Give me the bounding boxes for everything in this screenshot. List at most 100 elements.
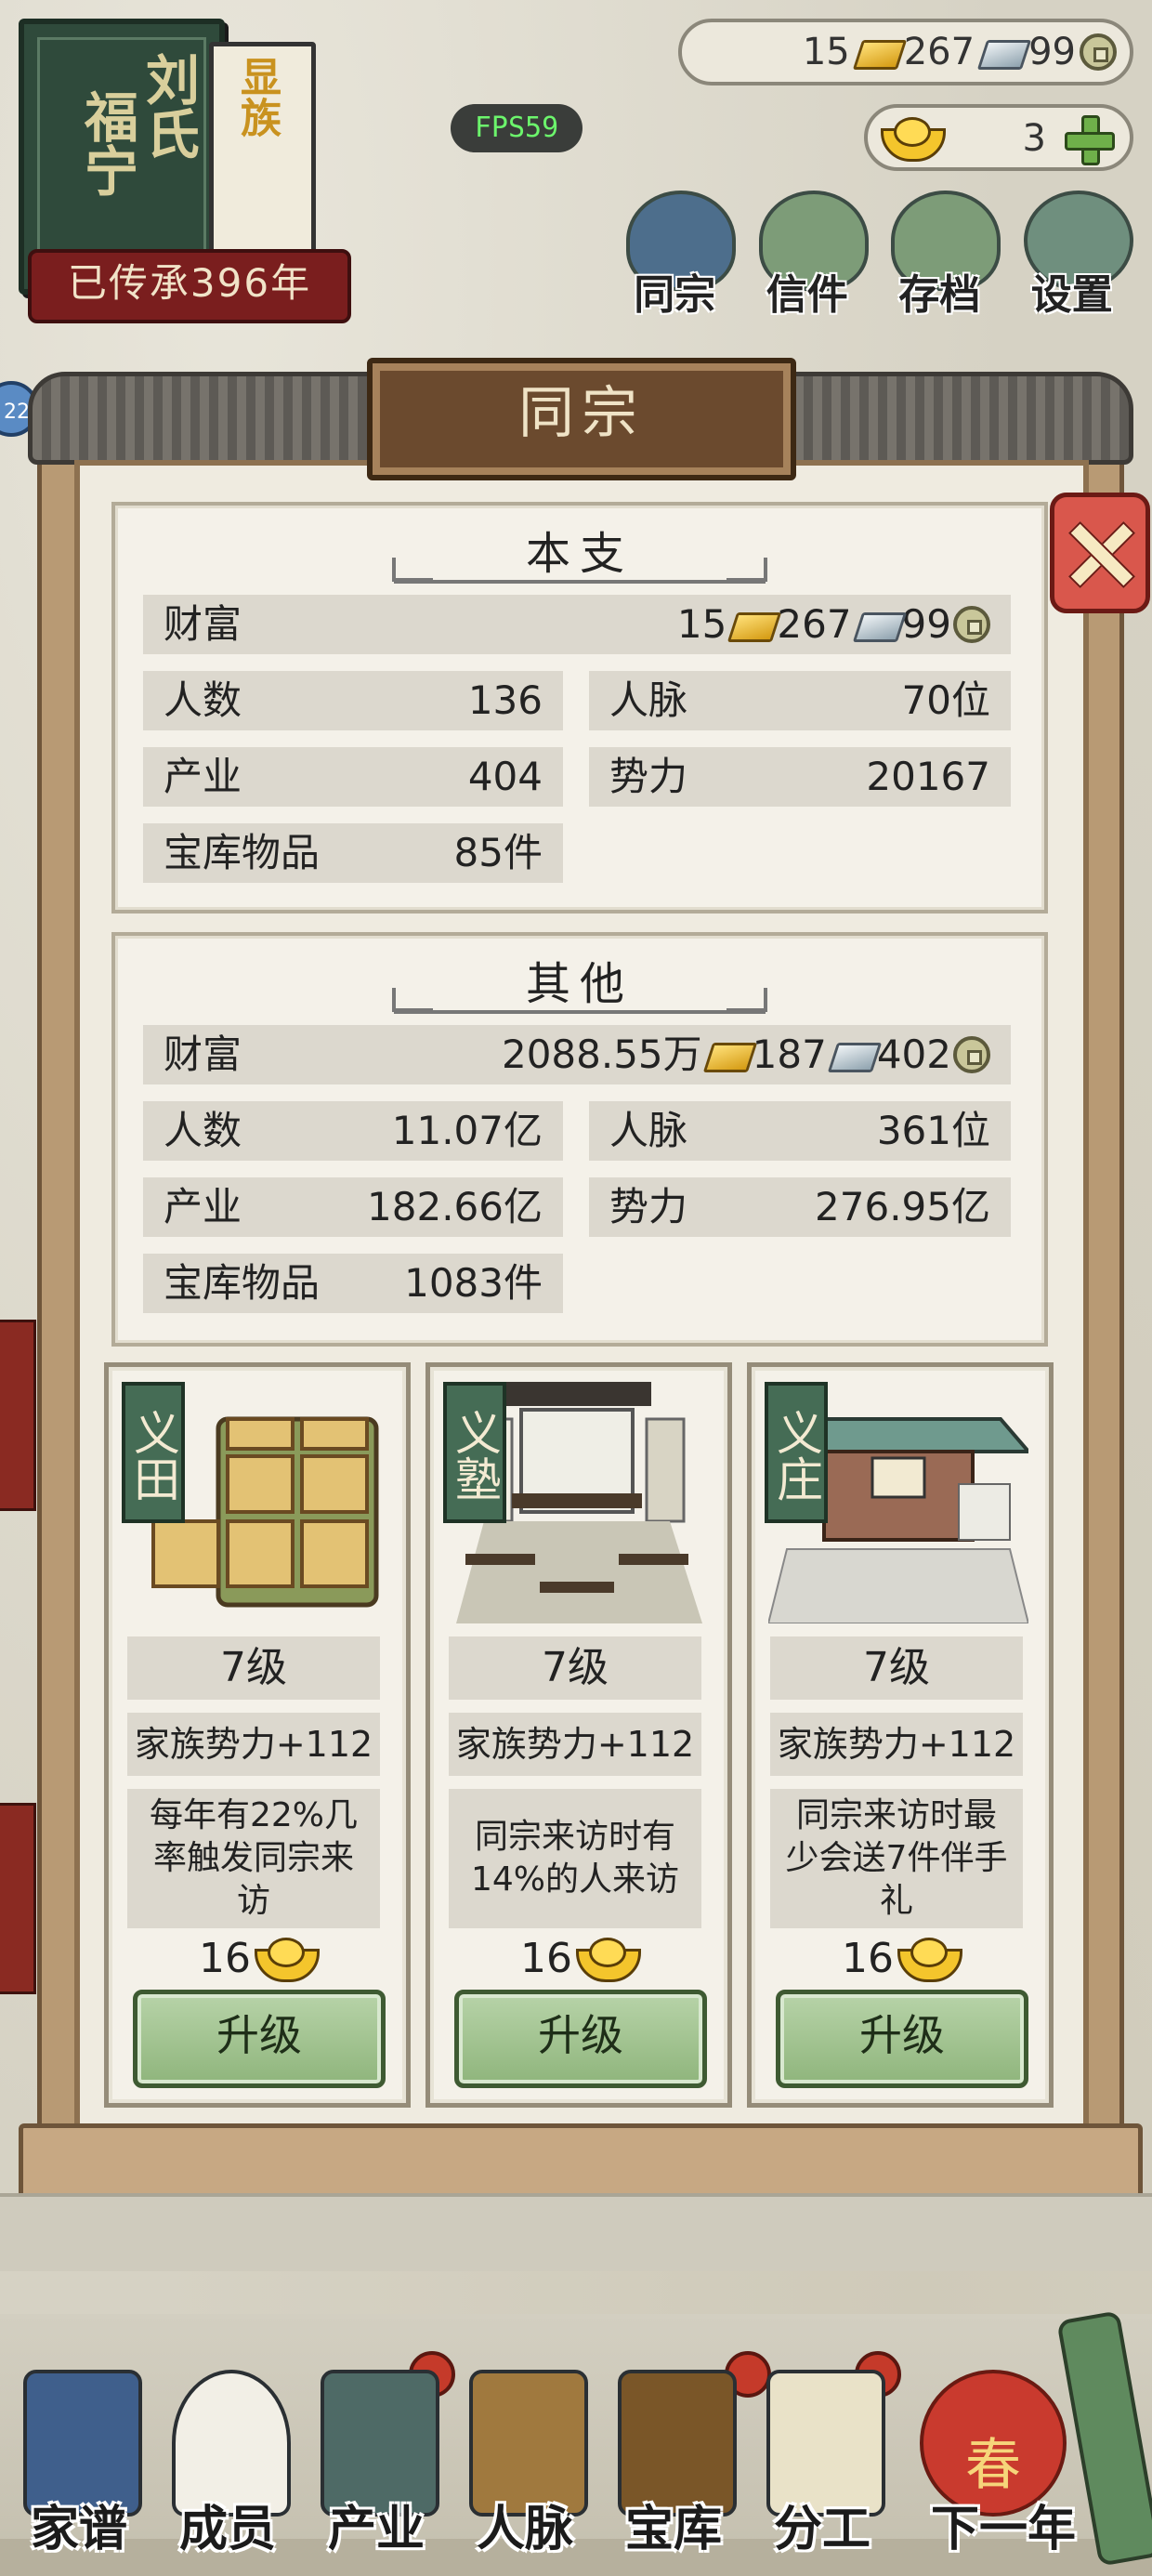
clan-page: 显族: [209, 42, 316, 260]
contacts-label: 人脉: [609, 677, 688, 723]
people-value: 11.07亿: [391, 1108, 543, 1153]
menu-settings-label: 设置: [1030, 271, 1113, 319]
copper-coin-icon: [953, 1036, 990, 1073]
menu-letters-button[interactable]: 信件: [746, 191, 870, 321]
wealth-value: 15 267 99: [677, 595, 990, 654]
facility-name: 义塾: [443, 1382, 506, 1523]
resource-bar: 15 267 99: [678, 19, 1133, 85]
nav-industry-button[interactable]: 产业: [307, 2360, 446, 2565]
silver-ingot-icon: [854, 607, 900, 642]
upgrade-button[interactable]: 升级: [133, 1990, 386, 2088]
add-yuanbao-icon[interactable]: [1063, 113, 1115, 165]
wealth-value: 2088.55万 187 402: [502, 1025, 990, 1084]
silver-count: 267: [903, 31, 975, 73]
nav-members-label: 成员: [178, 2502, 276, 2557]
wealth-coin: 99: [901, 601, 951, 647]
cost-value: 16: [842, 1934, 894, 1982]
menu-save-button[interactable]: 存档: [878, 191, 1001, 321]
copper-coin-icon: [953, 606, 990, 643]
power-row: 势力 276.95亿: [589, 1177, 1011, 1237]
gold-ingot-icon: [854, 34, 900, 70]
industry-label: 产业: [164, 1184, 242, 1229]
treasury-row: 宝库物品 85件: [143, 823, 563, 883]
others-title: 其他: [525, 958, 634, 1010]
gold-ingot-icon: [704, 1037, 751, 1072]
facility-card-yitian: 义田 7级 家族势力+112 每年有22%几率触发同宗来访 16 升级: [104, 1362, 411, 2108]
clan-name: 刘氏: [137, 52, 200, 160]
menu-clan-button[interactable]: 同宗: [613, 191, 737, 321]
nav-genealogy-button[interactable]: 家谱: [9, 2360, 149, 2565]
close-button[interactable]: [1050, 493, 1150, 613]
contacts-label: 人脉: [609, 1108, 688, 1153]
silver-ingot-icon: [978, 34, 1025, 70]
people-row: 人数 11.07亿: [143, 1101, 563, 1161]
facility-card-yishu: 义塾 7级 家族势力+112 同宗来访时有14%的人来访 16 升级: [425, 1362, 732, 2108]
side-tab-upper[interactable]: [0, 1320, 36, 1511]
nav-division-button[interactable]: 分工: [753, 2360, 892, 2565]
upgrade-cost: 16: [752, 1930, 1049, 1986]
menu-letters-label: 信件: [766, 271, 848, 319]
yuanbao-icon: [881, 115, 946, 162]
industry-row: 产业 182.66亿: [143, 1177, 563, 1237]
nav-contacts-label: 人脉: [476, 2502, 573, 2557]
bottom-shelf: [0, 2193, 1152, 2271]
menu-clan-label: 同宗: [634, 271, 716, 319]
wealth-cash: 2088.55万: [501, 1032, 702, 1077]
inheritance-ribbon: 已传承396年: [28, 249, 351, 323]
contacts-row: 人脉 70位: [589, 671, 1011, 730]
facility-bonus: 家族势力+112: [770, 1713, 1023, 1776]
power-label: 势力: [609, 1184, 688, 1229]
menu-save-label: 存档: [898, 271, 981, 319]
contacts-row: 人脉 361位: [589, 1101, 1011, 1161]
power-value: 276.95亿: [815, 1184, 990, 1229]
coin-count: 99: [1028, 31, 1076, 73]
people-value: 136: [467, 677, 543, 723]
title-ornament: [392, 558, 767, 584]
industry-value: 404: [467, 754, 543, 799]
people-row: 人数 136: [143, 671, 563, 730]
nav-division-label: 分工: [773, 2502, 871, 2557]
upgrade-cost: 16: [109, 1930, 406, 1986]
upgrade-button[interactable]: 升级: [454, 1990, 707, 2088]
gold-ingot-icon: [728, 607, 775, 642]
power-row: 势力 20167: [589, 747, 1011, 807]
spring-glyph: 春: [965, 2433, 1021, 2498]
industry-row: 产业 404: [143, 747, 563, 807]
panel-title: 同宗: [518, 381, 645, 446]
top-menu: 同宗 信件 存档 设置: [613, 191, 1133, 321]
upgrade-button[interactable]: 升级: [776, 1990, 1028, 2088]
treasury-label: 宝库物品: [164, 830, 321, 875]
facility-bonus: 家族势力+112: [127, 1713, 380, 1776]
side-tab-lower[interactable]: [0, 1803, 36, 1994]
yuanbao-icon: [255, 1936, 320, 1982]
facility-name: 义田: [122, 1382, 185, 1523]
wealth-label: 财富: [164, 601, 242, 647]
wealth-gold: 15: [676, 601, 727, 647]
yuanbao-count: 3: [1022, 117, 1046, 160]
nav-next-year-button[interactable]: 春 下一年: [920, 2360, 1087, 2565]
nav-genealogy-label: 家谱: [30, 2502, 127, 2557]
nav-industry-label: 产业: [327, 2502, 425, 2557]
nav-treasury-button[interactable]: 宝库: [604, 2360, 743, 2565]
facility-card-yizhuang: 义庄 7级 家族势力+112 同宗来访时最少会送7件伴手礼 16 升级: [747, 1362, 1054, 2108]
contacts-value: 361位: [876, 1108, 990, 1153]
nav-contacts-button[interactable]: 人脉: [455, 2360, 595, 2565]
industry-value: 182.66亿: [367, 1184, 543, 1229]
industry-label: 产业: [164, 754, 242, 799]
others-card: 其他 财富 2088.55万 187 402 人数 11.07亿 人脉 361位…: [111, 932, 1048, 1347]
facility-bonus: 家族势力+112: [449, 1713, 701, 1776]
treasury-label: 宝库物品: [164, 1260, 321, 1306]
yuanbao-bar: 3: [864, 104, 1133, 171]
menu-settings-button[interactable]: 设置: [1011, 191, 1134, 321]
silver-ingot-icon: [829, 1037, 875, 1072]
yuanbao-icon: [576, 1936, 641, 1982]
people-label: 人数: [164, 677, 242, 723]
people-label: 人数: [164, 1108, 242, 1153]
nav-members-button[interactable]: 成员: [158, 2360, 297, 2565]
wealth-row: 财富 2088.55万 187 402: [143, 1025, 1011, 1084]
power-label: 势力: [609, 754, 688, 799]
cost-value: 16: [520, 1934, 572, 1982]
contacts-value: 70位: [901, 677, 990, 723]
clan-place: 福宁: [75, 89, 138, 197]
gold-count: 15: [802, 31, 850, 73]
